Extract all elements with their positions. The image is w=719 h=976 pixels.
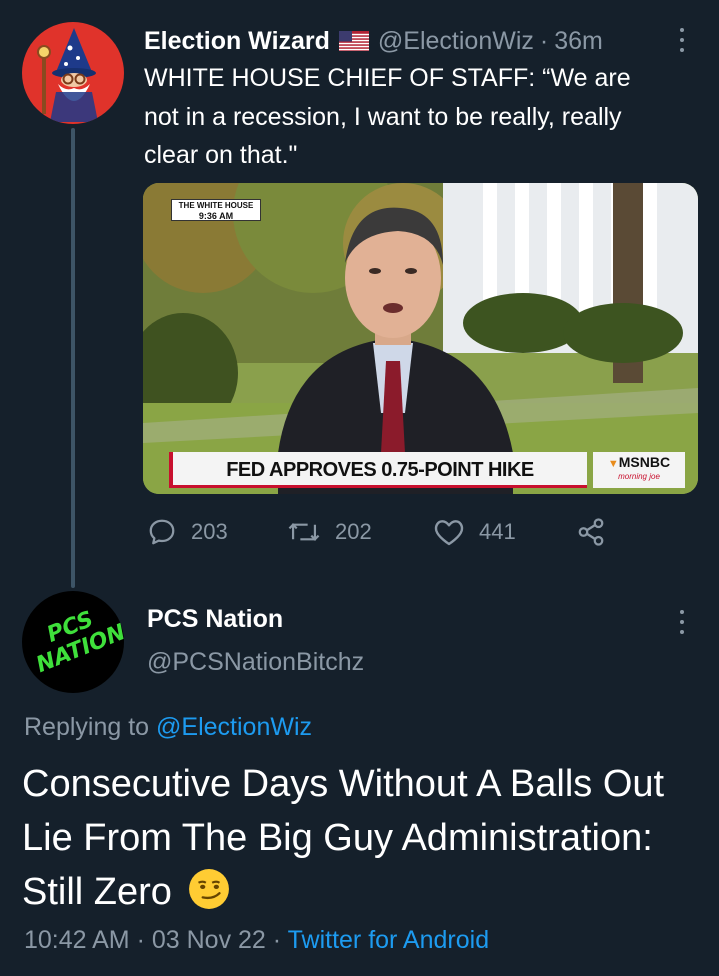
replying-to-link[interactable]: @ElectionWiz [156, 713, 312, 741]
tweet2-source-link[interactable]: Twitter for Android [288, 926, 489, 954]
more-options-icon[interactable] [672, 608, 692, 636]
retweet-button[interactable]: 202 [287, 512, 372, 552]
tweet2-date[interactable]: 03 Nov 22 [152, 926, 266, 954]
tweet2-meta: 10:42 AM · 03 Nov 22 · Twitter for Andro… [24, 926, 489, 955]
like-count: 441 [479, 519, 516, 544]
smirking-face-emoji [189, 869, 230, 909]
reply-count: 203 [191, 519, 228, 544]
news-headline-banner: FED APPROVES 0.75-POINT HIKE [169, 452, 587, 488]
retweet-count: 202 [335, 519, 372, 544]
replying-prefix: Replying to [24, 713, 150, 741]
like-button[interactable]: 441 [433, 512, 516, 552]
network-logo-box: ▼MSNBC morning joe [593, 452, 685, 488]
separator-dot: · [539, 26, 549, 55]
separator-dot: · [136, 926, 145, 954]
tweet2-body: Consecutive Days Without A Balls Out Lie… [22, 763, 665, 913]
broadcast-location: THE WHITE HOUSE [178, 201, 254, 210]
reply-icon [149, 519, 175, 545]
tweet1-text: WHITE HOUSE CHIEF OF STAFF: “We are not … [144, 64, 631, 169]
tweet1-header: Election Wizard @ElectionWiz · 36m [144, 24, 603, 58]
broadcast-location-bug: THE WHITE HOUSE 9:36 AM [171, 199, 261, 221]
tweet2-author-handle[interactable]: @PCSNationBitchz [147, 648, 364, 677]
tweet1-time[interactable]: 36m [554, 27, 603, 56]
tweet1-author-name[interactable]: Election Wizard [144, 27, 330, 56]
tweet1-author-handle[interactable]: @ElectionWiz [378, 27, 534, 56]
headline-underline [169, 485, 587, 488]
news-broadcast-image [143, 183, 698, 494]
news-headline: FED APPROVES 0.75-POINT HIKE [226, 458, 534, 481]
more-options-icon[interactable] [672, 26, 692, 54]
retweet-icon [288, 523, 320, 541]
replying-to-line: Replying to @ElectionWiz [24, 713, 312, 742]
heart-icon [434, 520, 464, 546]
tweet2-timestamp[interactable]: 10:42 AM [24, 926, 130, 954]
tweet2-text: Consecutive Days Without A Balls Out Lie… [22, 757, 702, 919]
share-button[interactable] [575, 512, 621, 552]
wizard-icon [37, 28, 98, 122]
show-name: morning joe [618, 472, 660, 481]
separator-dot: · [272, 926, 282, 954]
reply-button[interactable]: 203 [147, 512, 228, 552]
thread-connector-line [71, 128, 75, 588]
broadcast-time: 9:36 AM [198, 211, 234, 221]
election-wizard-avatar[interactable] [22, 22, 124, 124]
avatar-logo-text: PCS NATION [32, 606, 124, 679]
share-icon [578, 518, 604, 546]
tweet2-author-name[interactable]: PCS Nation [147, 605, 283, 634]
tweet1-video-thumbnail[interactable]: THE WHITE HOUSE 9:36 AM FED APPROVES 0.7… [143, 183, 698, 494]
pcs-nation-avatar[interactable]: PCS NATION [22, 591, 124, 693]
us-flag-icon [338, 31, 369, 51]
peacock-icon: ▼ [607, 458, 619, 470]
network-name: ▼MSNBC [607, 454, 671, 470]
